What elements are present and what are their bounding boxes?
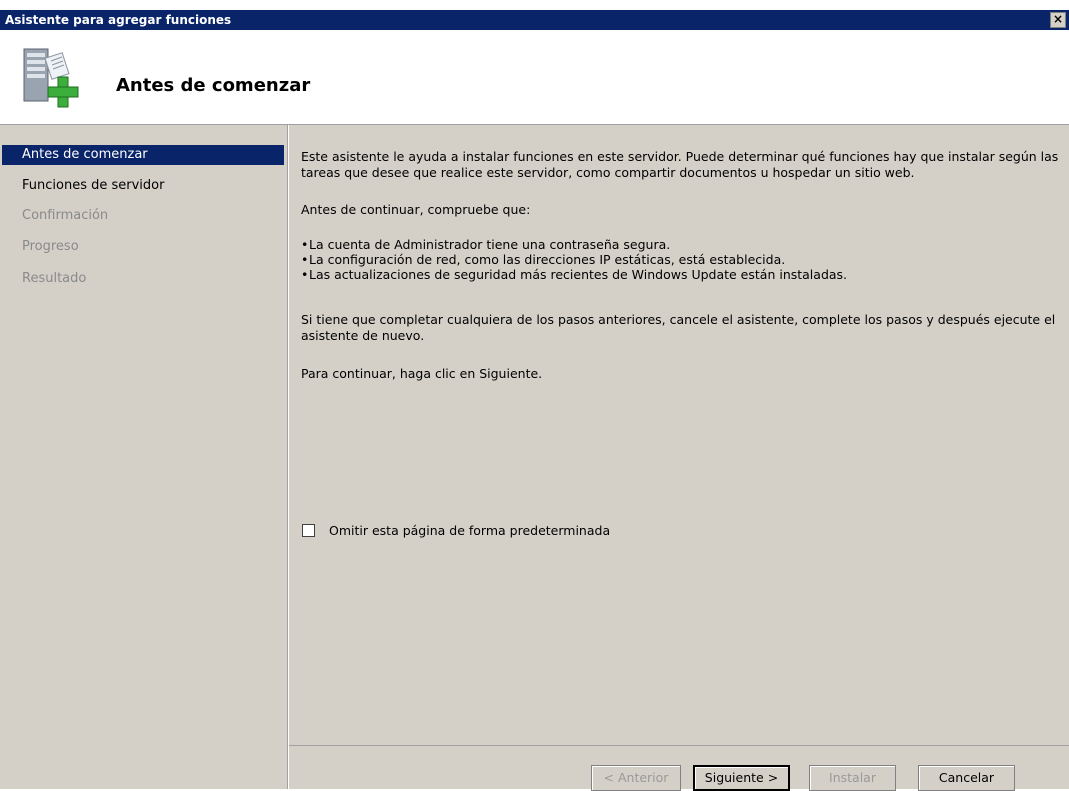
- install-button: Instalar: [809, 765, 896, 791]
- server-add-icon: [23, 48, 79, 108]
- close-icon: ×: [1052, 12, 1064, 26]
- checklist-item: La cuenta de Administrador tiene una con…: [301, 237, 1061, 252]
- checklist-item: Las actualizaciones de seguridad más rec…: [301, 267, 1061, 282]
- previous-button: < Anterior: [591, 765, 681, 791]
- checklist-item: La configuración de red, como las direcc…: [301, 252, 1061, 267]
- intro-text: Este asistente le ayuda a instalar funci…: [301, 149, 1059, 180]
- step-confirmacion: Confirmación: [22, 208, 109, 223]
- skip-page-label[interactable]: Omitir esta página de forma predetermina…: [329, 523, 610, 539]
- close-button[interactable]: ×: [1050, 12, 1066, 28]
- window-titlebar: Asistente para agregar funciones ×: [0, 0, 1069, 30]
- step-resultado: Resultado: [22, 271, 87, 286]
- if-needed-text: Si tiene que completar cualquiera de los…: [301, 312, 1056, 343]
- wizard-header: Antes de comenzar: [0, 30, 1069, 125]
- step-progreso: Progreso: [22, 239, 79, 254]
- window-title: Asistente para agregar funciones: [5, 13, 232, 27]
- cancel-button[interactable]: Cancelar: [918, 765, 1015, 791]
- step-funciones-de-servidor[interactable]: Funciones de servidor: [2, 176, 284, 196]
- wizard-content: Este asistente le ayuda a instalar funci…: [289, 125, 1069, 745]
- next-button[interactable]: Siguiente >: [693, 765, 790, 791]
- skip-page-checkbox[interactable]: [302, 524, 315, 537]
- checklist: La cuenta de Administrador tiene una con…: [301, 237, 1061, 282]
- to-continue-text: Para continuar, haga clic en Siguiente.: [301, 366, 543, 381]
- page-title: Antes de comenzar: [116, 75, 311, 96]
- wizard-footer: < Anterior Siguiente > Instalar Cancelar: [289, 745, 1069, 791]
- before-continue-text: Antes de continuar, compruebe que:: [301, 202, 531, 217]
- wizard-steps-sidebar: Antes de comenzar Funciones de servidor …: [0, 125, 288, 789]
- step-antes-de-comenzar[interactable]: Antes de comenzar: [2, 145, 284, 165]
